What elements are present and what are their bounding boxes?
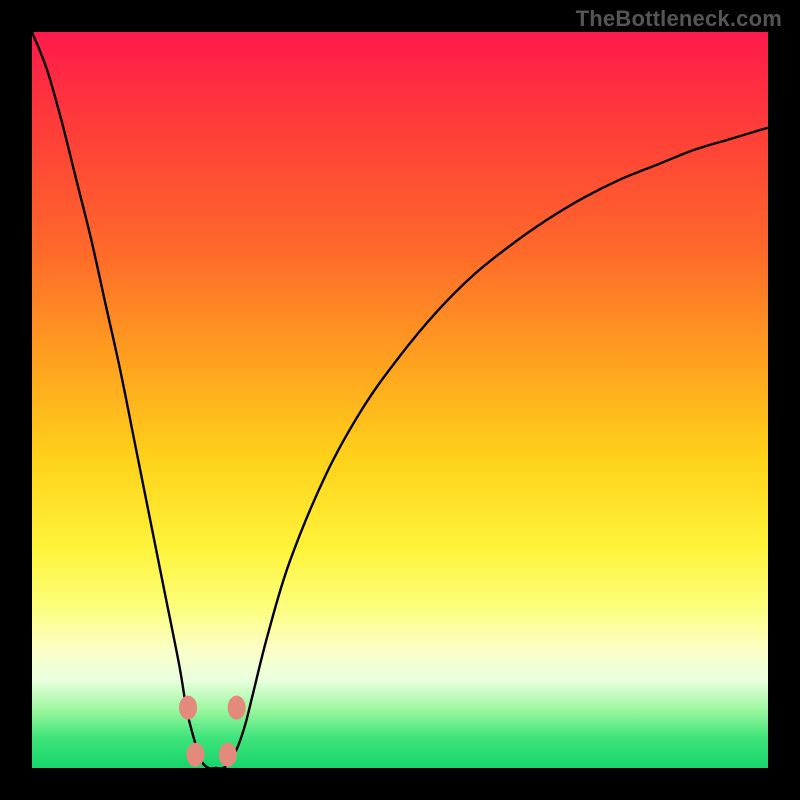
- marker-right-upper: [228, 696, 246, 720]
- plot-area: [32, 32, 768, 768]
- marker-group: [179, 696, 246, 767]
- marker-left-upper: [179, 696, 197, 720]
- curve-layer: [32, 32, 768, 768]
- marker-right-lower: [219, 743, 237, 767]
- chart-frame: TheBottleneck.com: [0, 0, 800, 800]
- attribution-text: TheBottleneck.com: [576, 6, 782, 32]
- bottleneck-curve: [32, 32, 768, 769]
- marker-left-lower: [186, 743, 204, 767]
